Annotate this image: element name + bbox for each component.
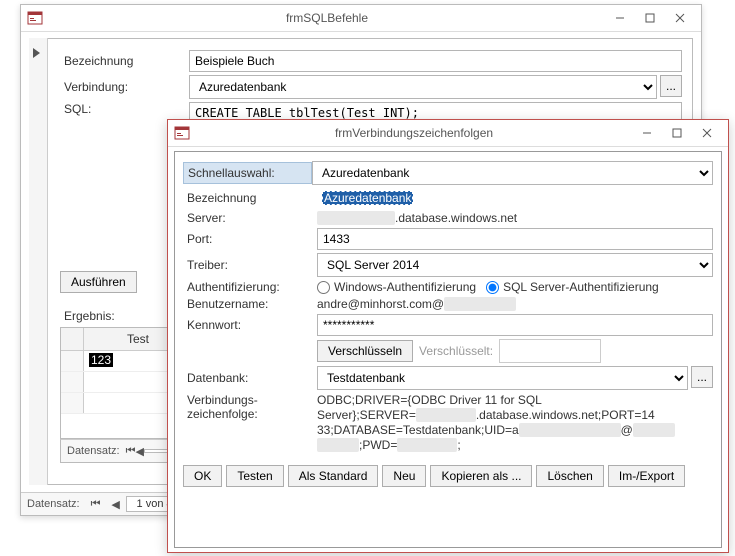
label-benutzer: Benutzername: (183, 297, 317, 311)
connection-string-output[interactable]: ODBC;DRIVER={ODBC Driver 11 for SQL Serv… (317, 393, 713, 457)
datenbank-browse-button[interactable]: ... (691, 366, 713, 388)
minimize-button[interactable] (632, 123, 662, 143)
grid-corner[interactable] (61, 328, 84, 350)
nav-first-button[interactable]: ⏮ (126, 442, 136, 460)
label-bezeichnung: Bezeichnung (183, 191, 317, 205)
window-title: frmVerbindungszeichenfolgen (196, 126, 632, 140)
datenbank-select[interactable]: Testdatenbank (317, 366, 688, 390)
minimize-button[interactable] (605, 8, 635, 28)
nav-prev-button[interactable]: ◀ (106, 495, 126, 513)
maximize-button[interactable] (662, 123, 692, 143)
als-standard-button[interactable]: Als Standard (288, 465, 379, 487)
form-body: Schnellauswahl: Azuredatenbank Bezeichnu… (174, 151, 722, 548)
port-input[interactable] (317, 228, 713, 250)
nav-prev-button[interactable]: ◀ (136, 442, 144, 460)
redacted-text: xxxxxxxxxx (397, 438, 457, 452)
label-schnellauswahl: Schnellauswahl: (183, 162, 312, 184)
label-verbindungszeichenfolge: Verbindungs-zeichenfolge: (183, 393, 317, 421)
neu-button[interactable]: Neu (382, 465, 426, 487)
label-datenbank: Datenbank: (183, 371, 317, 385)
nav-label: Datensatz: (21, 498, 86, 510)
redacted-text: xxxxxxxxxx (416, 408, 476, 422)
verschluesselt-output (499, 339, 601, 363)
maximize-button[interactable] (635, 8, 665, 28)
loeschen-button[interactable]: Löschen (536, 465, 603, 487)
label-bezeichnung: Bezeichnung (60, 54, 189, 68)
testen-button[interactable]: Testen (226, 465, 283, 487)
kennwort-input[interactable] (317, 314, 713, 336)
label-verbindung: Verbindung: (60, 80, 189, 94)
nav-label: Datensatz: (61, 445, 126, 457)
schnellauswahl-select[interactable]: Azuredatenbank (312, 161, 713, 185)
bezeichnung-input[interactable] (189, 50, 682, 72)
treiber-select[interactable]: SQL Server 2014 (317, 253, 713, 277)
titlebar: frmSQLBefehle (21, 5, 701, 32)
verbindung-browse-button[interactable]: ... (660, 75, 682, 97)
access-form-icon (174, 125, 190, 141)
close-button[interactable] (692, 123, 722, 143)
verschluesseln-button[interactable]: Verschlüsseln (317, 340, 413, 362)
redacted-text: xxxxxxxxxxxx (444, 297, 516, 311)
label-treiber: Treiber: (183, 258, 317, 272)
label-sql: SQL: (60, 102, 189, 116)
nav-first-button[interactable]: ⏮ (86, 495, 106, 513)
label-server: Server: (183, 211, 317, 225)
kopieren-als-button[interactable]: Kopieren als ... (430, 465, 532, 487)
auth-sql-radio[interactable]: SQL Server-Authentifizierung (486, 280, 659, 294)
window-verbindungszeichenfolgen: frmVerbindungszeichenfolgen Schnellauswa… (167, 119, 729, 553)
redacted-text: xxxxxxxxxxxxx (317, 211, 395, 225)
window-title: frmSQLBefehle (49, 11, 605, 25)
label-port: Port: (183, 232, 317, 246)
verbindung-select[interactable]: Azuredatenbank (189, 75, 657, 99)
redacted-text: xxxxxxx (317, 438, 359, 452)
record-selector[interactable] (29, 38, 48, 485)
ausfuehren-button[interactable]: Ausführen (60, 271, 137, 293)
label-verschluesselt: Verschlüsselt: (419, 344, 493, 358)
access-form-icon (27, 10, 43, 26)
redacted-text: xxxxxxxxxxxxxxxxx (519, 423, 621, 437)
label-auth: Authentifizierung: (183, 280, 317, 294)
close-button[interactable] (665, 8, 695, 28)
redacted-text: xxxxxxx (633, 423, 675, 437)
auth-windows-radio[interactable]: Windows-Authentifizierung (317, 280, 476, 294)
server-input[interactable]: xxxxxxxxxxxxx.database.windows.net (317, 211, 713, 225)
label-kennwort: Kennwort: (183, 318, 317, 332)
titlebar: frmVerbindungszeichenfolgen (168, 120, 728, 147)
bezeichnung-input[interactable]: Azuredatenbank (317, 188, 713, 208)
benutzername-input[interactable]: andre@minhorst.com@xxxxxxxxxxxx (317, 297, 713, 311)
import-export-button[interactable]: Im-/Export (608, 465, 685, 487)
ok-button[interactable]: OK (183, 465, 222, 487)
current-record-icon (33, 48, 40, 58)
